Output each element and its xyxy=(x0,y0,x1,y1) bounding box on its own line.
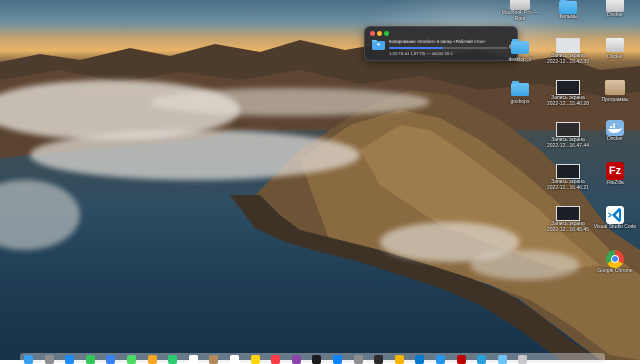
desktop-icon-label: Docker xyxy=(607,136,623,142)
desktop-icon-label: Программы xyxy=(601,97,629,103)
copy-status-text: 1,02 ГБ из 1,97 ГБ — около 10 с xyxy=(389,50,453,56)
drive-icon xyxy=(606,38,624,52)
desktop-icon-label: FileZilla xyxy=(606,180,624,186)
copy-dialog-title: Копирование «Docker» в папку «Рабочий ст… xyxy=(389,39,486,44)
desktop-icon-applications[interactable]: Программы xyxy=(592,80,638,103)
applications-folder-icon xyxy=(605,80,625,95)
drive-icon xyxy=(606,0,624,12)
vscode-icon xyxy=(606,206,624,224)
desktop-icon-screen-recording-2[interactable]: Запись экрана 2022-12...15.40.28 xyxy=(545,80,591,107)
drive-icon xyxy=(510,0,530,10)
screenshot-icon xyxy=(556,206,580,221)
desktop-icon-chrome[interactable]: Google Chrome xyxy=(592,250,638,274)
desktop-icon-label: Google Chrome xyxy=(597,268,633,274)
filezilla-icon: Fz xyxy=(606,162,624,180)
desktop-icon-label: 2022-12...16.46.21 xyxy=(547,185,589,191)
desktop-icon-screen-recording-1[interactable]: Запись экрана 2022-12...15.42.39 xyxy=(545,38,591,65)
desktop-icon-filezilla[interactable]: Fz FileZilla xyxy=(592,162,638,186)
desktop-icon-screen-recording-5[interactable]: Запись экрана 2022-12...16.45.45 xyxy=(545,206,591,233)
desktop-icon-vscode[interactable]: Visual Studio Code xyxy=(592,206,638,230)
desktop-icon-docker-drive[interactable]: Docker xyxy=(592,0,638,18)
desktop-icon-screen-recording-3[interactable]: Запись экрана 2022-12...16.47.44 xyxy=(545,122,591,149)
copy-progress-dialog: Копирование «Docker» в папку «Рабочий ст… xyxy=(364,26,518,61)
screenshot-icon xyxy=(556,164,580,179)
copy-progress-fill xyxy=(389,46,443,49)
desktop-icon-label: 2022-12...15.40.28 xyxy=(547,101,589,107)
desktop-icon-label: goshops xyxy=(510,99,530,105)
desktop-icon-label: Visual Studio Code xyxy=(593,224,637,230)
desktop-icon-goshops[interactable]: goshops xyxy=(497,80,543,105)
desktop-icon-movies[interactable]: Фильмы xyxy=(545,0,591,20)
desktop-icon-label: Root xyxy=(514,16,526,22)
screenshot-icon xyxy=(556,80,580,95)
desktop-icon-label: Docker xyxy=(607,12,623,18)
desktop-icon-desktop-2[interactable]: desktop_2 xyxy=(497,38,543,63)
screenshot-icon xyxy=(556,122,580,137)
desktop-icon-docker-app[interactable]: Docker xyxy=(592,120,638,142)
desktop-icon-label: Docker xyxy=(607,54,623,60)
folder-icon xyxy=(372,40,385,50)
desktop-wallpaper xyxy=(0,0,640,360)
folder-icon xyxy=(511,39,529,54)
chrome-icon xyxy=(606,250,624,268)
desktop-icon-docker-drive-2[interactable]: Docker xyxy=(592,38,638,60)
desktop-icon-label: desktop_2 xyxy=(508,57,532,63)
screenshot-icon xyxy=(556,38,580,53)
desktop-icon-label: 2022-12...15.42.39 xyxy=(547,59,589,65)
desktop-icon-macbook-root[interactable]: MacBook Pro — Root xyxy=(497,0,543,22)
copy-progress-bar xyxy=(389,46,508,49)
zoom-window-button[interactable] xyxy=(384,31,389,36)
close-window-button[interactable] xyxy=(370,31,375,36)
desktop-icon-label: Фильмы xyxy=(558,14,578,20)
minimize-window-button[interactable] xyxy=(377,31,382,36)
wallpaper-landscape xyxy=(0,40,640,360)
desktop-icon-screen-recording-4[interactable]: Запись экрана 2022-12...16.46.21 xyxy=(545,164,591,191)
desktop-icon-label: 2022-12...16.47.44 xyxy=(547,143,589,149)
folder-icon xyxy=(511,81,529,96)
movies-folder-icon xyxy=(559,0,577,14)
desktop-icon-label: 2022-12...16.45.45 xyxy=(547,227,589,233)
docker-icon xyxy=(606,120,624,136)
